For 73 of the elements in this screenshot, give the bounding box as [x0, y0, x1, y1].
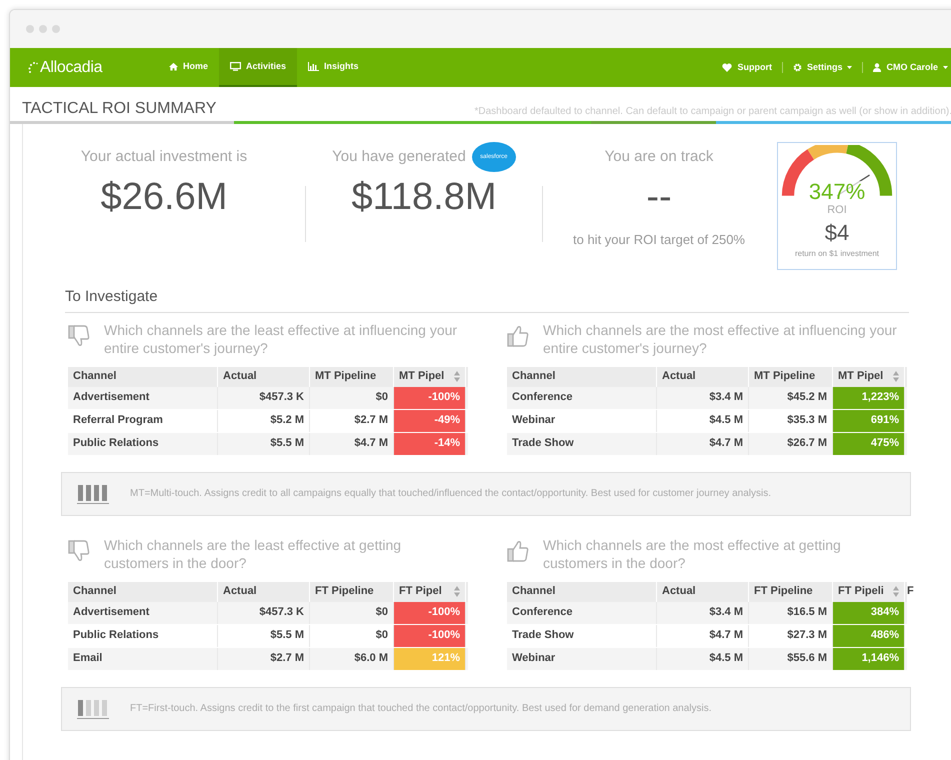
roi-amount: $4 [824, 222, 850, 244]
sort-icon[interactable] [454, 586, 460, 597]
page-title: TACTICAL ROI SUMMARY [22, 101, 216, 117]
dots-icon [28, 62, 38, 74]
heart-icon [722, 63, 732, 72]
percent-cell: -49% [394, 410, 466, 432]
percent-cell: 486% [833, 624, 905, 646]
percent-cell: -100% [394, 386, 466, 408]
question-text: Which channels are the least effective at influencing your entire customer's journey? [104, 320, 458, 358]
table-cell: $5.5 M [218, 432, 310, 454]
monitor-icon [230, 62, 242, 71]
sort-icon[interactable] [893, 371, 899, 382]
legend-text: MT=Multi-touch. Assigns credit to all campaigns equally that touched/influenced the contact/opportunity. Best used for customer journey analysis. [130, 487, 771, 501]
stat-caption: to hit your ROI target of 250% [573, 231, 745, 249]
table-cell: Conference [507, 386, 657, 408]
stat-value: $118.8M [351, 178, 497, 216]
thumbs-down-icon [68, 540, 90, 562]
table-cell: Referral Program [68, 410, 218, 432]
home-icon [169, 62, 178, 71]
bars-icon [76, 482, 110, 504]
table-cell: Email [68, 648, 218, 670]
table-cell: Trade Show [507, 624, 657, 646]
thumbs-down-icon [68, 324, 90, 346]
table-cell: $4.7 M [657, 624, 749, 646]
stat-label: You are on track [604, 146, 714, 167]
percent-cell: 384% [833, 602, 905, 624]
table-cell: $2.7 M [218, 648, 310, 670]
table-cell: $3.4 M [657, 386, 749, 408]
table-cell: $5.2 M [218, 410, 310, 432]
percent-cell: -14% [394, 432, 466, 454]
stat-value: -- [646, 178, 672, 216]
table-cell: $4.5 M [657, 648, 749, 670]
legend-text: FT=First-touch. Assigns credit to the first campaign that touched the contact/opportunity. Best used for demand generation analysis. [130, 702, 712, 716]
question-text: Which channels are the most effective at influencing your entire customer's journey? [543, 320, 898, 358]
percent-cell: -100% [394, 602, 466, 624]
table-cell: $457.3 K [218, 386, 310, 408]
percent-cell: 691% [833, 410, 905, 432]
table-cell: Conference [507, 602, 657, 624]
percent-cell: 1,223% [833, 386, 905, 408]
sort-icon[interactable] [454, 371, 460, 382]
table-cell: Webinar [507, 648, 657, 670]
roi-caption: return on $1 investment [794, 248, 880, 260]
user-icon [873, 63, 882, 72]
question-text: Which channels are the most effective at getting customers in the door? [543, 536, 842, 572]
percent-cell: -100% [394, 624, 466, 646]
table-cell: $4.7 M [657, 432, 749, 454]
question-text: Which channels are the least effective at getting customers in the door? [104, 536, 402, 572]
percent-cell: 1,146% [833, 648, 905, 670]
table-cell: Advertisement [68, 602, 218, 624]
table-cell: Webinar [507, 410, 657, 432]
bar-chart-icon [308, 62, 320, 71]
bars-icon [76, 698, 110, 720]
stat-value: $26.6M [100, 178, 228, 216]
table-cell: Public Relations [68, 624, 218, 646]
table-cell: Advertisement [68, 386, 218, 408]
roi-label: ROI [827, 205, 847, 216]
section-title: To Investigate [65, 287, 159, 307]
table-cell: Trade Show [507, 432, 657, 454]
table-cell: $457.3 K [218, 602, 310, 624]
thumbs-up-icon [507, 324, 529, 346]
table-cell: $5.5 M [218, 624, 310, 646]
brand-name: Allocadia [40, 58, 102, 78]
column-header[interactable]: F [905, 582, 919, 602]
stat-label: Your actual investment is [80, 146, 248, 167]
sort-icon[interactable] [893, 586, 899, 597]
thumbs-up-icon [507, 540, 529, 562]
stat-label: You have generated [332, 146, 466, 167]
table-cell: $4.5 M [657, 410, 749, 432]
settings-icon [792, 63, 802, 72]
percent-cell: 475% [833, 432, 905, 454]
table-cell: $3.4 M [657, 602, 749, 624]
table-cell: Public Relations [68, 432, 218, 454]
percent-cell: 121% [394, 648, 466, 670]
